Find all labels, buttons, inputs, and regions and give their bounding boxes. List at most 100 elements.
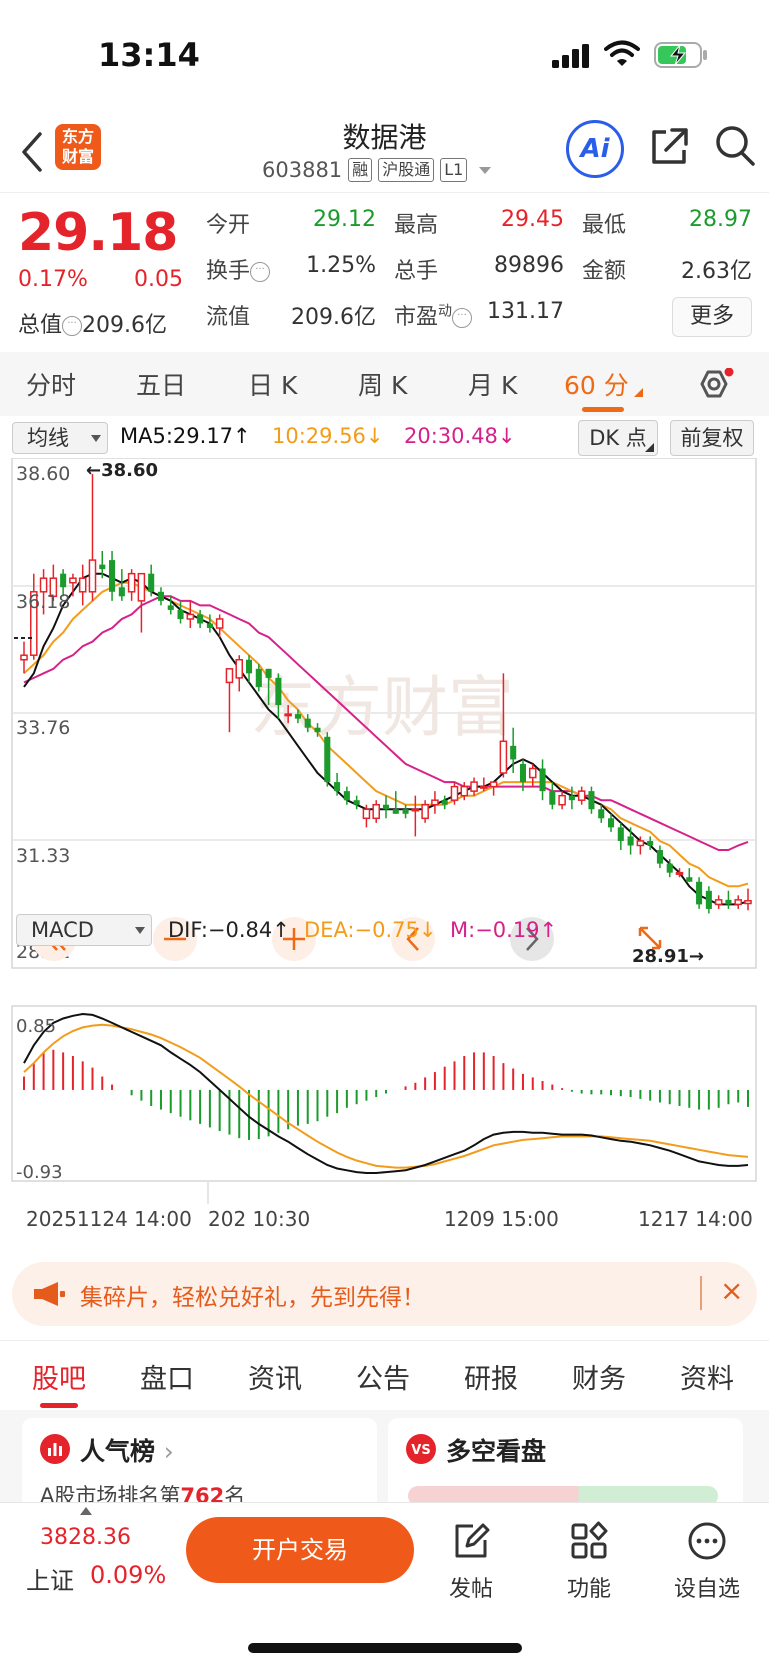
ma20-value: 20:30.48↓: [404, 424, 516, 448]
candle-body: [186, 613, 195, 620]
adjust-button[interactable]: 前复权: [670, 420, 754, 456]
index-percent[interactable]: 0.09%: [90, 1561, 166, 1589]
tab-intraday[interactable]: 分时: [26, 366, 76, 402]
gear-icon[interactable]: [696, 368, 736, 404]
popularity-title-text: 人气榜: [80, 1437, 156, 1466]
more-dots-icon[interactable]: ···: [452, 308, 473, 328]
candle-body: [734, 899, 742, 906]
tab-news[interactable]: 资讯: [248, 1357, 302, 1396]
candle-body: [666, 863, 673, 873]
stat-label-turnover: 换手 ···: [206, 253, 271, 285]
candle-body: [304, 718, 311, 728]
tag-margin: 融: [348, 158, 373, 182]
candle-body: [39, 577, 48, 593]
index-name[interactable]: 上证: [26, 1561, 74, 1596]
candle-body: [480, 785, 488, 789]
total-value-label: 总值: [18, 313, 63, 338]
nav-add-watchlist[interactable]: 设自选: [662, 1521, 752, 1603]
bull-bear-ratio-bar: [408, 1486, 718, 1502]
candle-body: [450, 785, 459, 801]
tab-daily-k[interactable]: 日 K: [248, 366, 297, 402]
tab-60min[interactable]: 60 分: [564, 366, 629, 402]
stat-label-high: 最高: [394, 213, 439, 238]
ma-type-label: 均线: [27, 426, 69, 450]
candle-body: [60, 573, 67, 588]
promo-banner[interactable]: 集碎片，轻松兑好礼，先到先得！ ×: [12, 1262, 757, 1326]
min-price-marker: 28.91→: [632, 946, 704, 967]
candle-body: [647, 840, 654, 846]
nav-add-watchlist-label: 设自选: [673, 1577, 740, 1602]
candle-body: [431, 799, 439, 806]
candle-body: [245, 659, 253, 674]
macd-m-value: M:−0.19↑: [450, 918, 558, 942]
tab-monthly-k[interactable]: 月 K: [468, 366, 517, 402]
tab-research[interactable]: 研报: [464, 1357, 518, 1396]
megaphone-icon: [34, 1282, 65, 1306]
time-axis-label: 1209 15:00: [444, 1207, 559, 1231]
candle-body: [88, 559, 97, 593]
candle-body: [78, 577, 87, 593]
candle-body: [460, 785, 469, 797]
tab-weekly-k[interactable]: 周 K: [358, 366, 407, 402]
candle-body: [69, 577, 77, 584]
more-circle-icon: [688, 1522, 726, 1560]
candle-body: [675, 871, 684, 875]
tab-five-day[interactable]: 五日: [136, 366, 186, 402]
nav-post[interactable]: 发帖: [426, 1521, 516, 1603]
stock-header: 东方 财富 数据港 603881 融 沪股通 L1 Ai: [0, 110, 769, 192]
candle-body: [324, 736, 331, 783]
tab-profile[interactable]: 资料: [680, 1357, 734, 1396]
macd-type-select[interactable]: MACD: [16, 914, 152, 946]
nav-functions[interactable]: 功能: [544, 1521, 634, 1603]
tab-announcements[interactable]: 公告: [356, 1357, 410, 1396]
index-value[interactable]: 3828.36: [40, 1525, 131, 1550]
stat-label-open: 今开: [206, 213, 251, 238]
candle-body: [99, 564, 106, 570]
candle-body: [686, 877, 693, 882]
more-button[interactable]: 更多: [672, 297, 752, 337]
more-dots-icon[interactable]: ···: [62, 316, 83, 336]
candle-body: [225, 668, 234, 684]
stat-value-turnover: 1.25%: [306, 253, 376, 278]
stock-code-row[interactable]: 603881 融 沪股通 L1: [262, 158, 492, 182]
tab-financials[interactable]: 财务: [572, 1357, 626, 1396]
ma-type-select[interactable]: 均线: [12, 422, 108, 454]
candle-body: [714, 899, 723, 906]
candle-body: [157, 591, 165, 601]
candle-body: [197, 614, 204, 624]
search-icon[interactable]: [714, 124, 758, 168]
open-account-trade-button[interactable]: 开户交易: [186, 1517, 414, 1583]
share-icon[interactable]: [648, 126, 690, 168]
svg-text:VS: VS: [411, 1443, 430, 1458]
bull-bear-title: 多空看盘: [446, 1437, 547, 1466]
more-dots-icon[interactable]: ···: [250, 262, 271, 282]
candle-body: [137, 572, 146, 602]
candle-body: [607, 818, 615, 828]
bar-chart-icon: [40, 1434, 70, 1464]
close-icon[interactable]: ×: [720, 1274, 743, 1307]
bull-bear-card[interactable]: VS 多空看盘: [388, 1418, 743, 1502]
popularity-card[interactable]: 人气榜 › A股市场排名第762名: [22, 1418, 377, 1502]
tab-orderbook[interactable]: 盘口: [140, 1357, 194, 1396]
candle-body: [275, 677, 282, 706]
kline-svg[interactable]: 东方财富 38.6036.1833.7631.3328.91←38.6028.9…: [0, 458, 769, 1248]
candle-body: [528, 767, 537, 779]
chevron-down-icon: [479, 166, 492, 174]
ma10-value: 10:29.56↓: [272, 424, 384, 448]
stat-label-volume: 总手: [394, 259, 439, 284]
kline-chart[interactable]: 东方财富 38.6036.1833.7631.3328.91←38.6028.9…: [0, 458, 769, 1248]
candle-body: [109, 560, 116, 592]
ai-assistant-button[interactable]: Ai: [566, 120, 624, 178]
stat-label-float-value: 流值: [206, 305, 251, 330]
candle-body: [598, 809, 605, 819]
stat-label-amount: 金额: [582, 259, 627, 284]
vs-icon: VS: [406, 1434, 436, 1464]
stat-value-volume: 89896: [494, 253, 564, 278]
popularity-title: 人气榜 ›: [80, 1432, 174, 1468]
price-axis-label: 31.33: [16, 845, 70, 867]
tab-forum[interactable]: 股吧: [32, 1357, 86, 1396]
change-amount: 0.05: [134, 267, 183, 292]
ma-indicator-bar: 均线 MA5:29.17↑ 10:29.56↓ 20:30.48↓ DK 点 前…: [0, 418, 769, 458]
dk-point-button[interactable]: DK 点: [578, 420, 658, 456]
chart-period-tabs: 分时 五日 日 K 周 K 月 K 60 分: [0, 352, 769, 416]
